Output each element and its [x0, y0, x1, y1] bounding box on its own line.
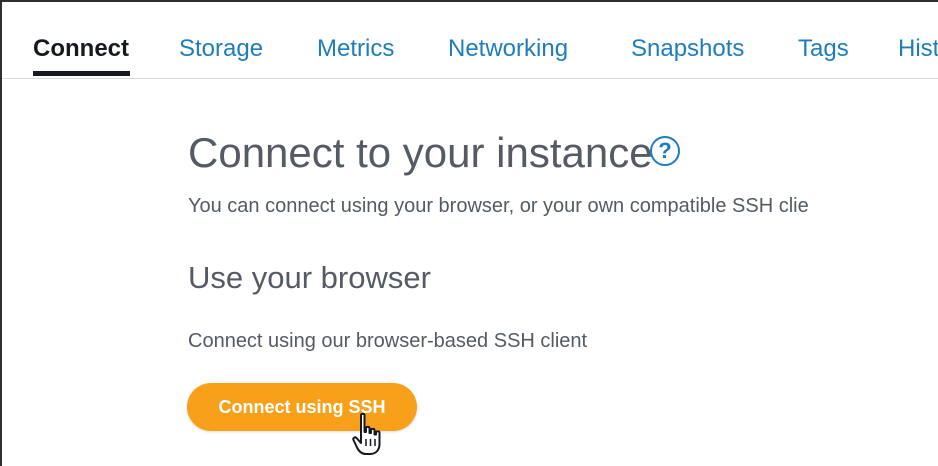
- tab-storage[interactable]: Storage: [179, 34, 263, 64]
- instance-connect-panel: Connect Storage Metrics Networking Snaps…: [0, 0, 938, 466]
- connect-description: You can connect using your browser, or y…: [188, 195, 809, 217]
- tab-snapshots[interactable]: Snapshots: [631, 34, 744, 64]
- tab-networking[interactable]: Networking: [448, 34, 568, 64]
- help-icon[interactable]: ?: [650, 136, 680, 166]
- tab-tags[interactable]: Tags: [798, 34, 849, 64]
- section-description: Connect using our browser-based SSH clie…: [188, 330, 588, 352]
- active-tab-indicator: [33, 71, 130, 76]
- tab-connect[interactable]: Connect: [33, 34, 129, 64]
- tab-metrics[interactable]: Metrics: [317, 34, 394, 64]
- section-title-browser: Use your browser: [188, 260, 431, 295]
- page-title: Connect to your instance: [188, 129, 653, 176]
- tab-bar: Connect Storage Metrics Networking Snaps…: [2, 2, 938, 79]
- tab-history[interactable]: Hist: [898, 34, 938, 64]
- hand-pointer-cursor-icon: [352, 412, 381, 455]
